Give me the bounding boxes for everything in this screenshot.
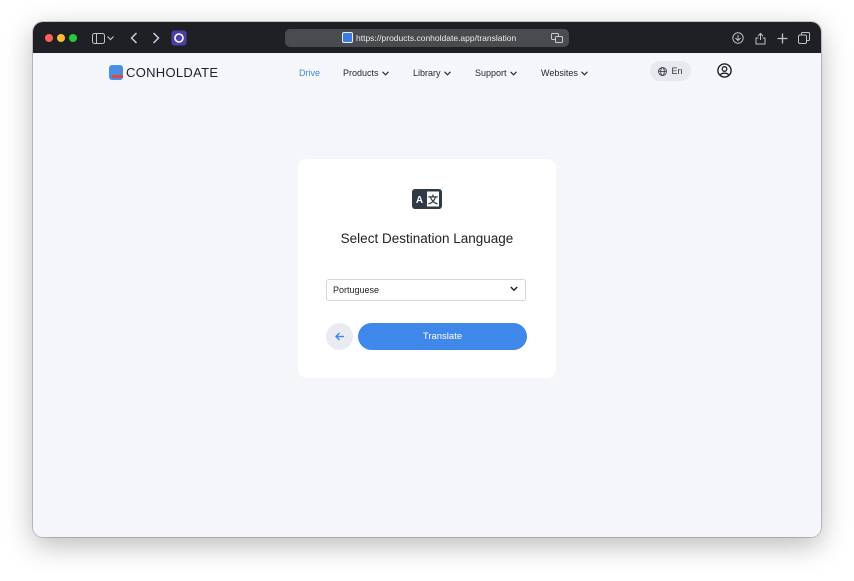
destination-language-select[interactable]: Portuguese	[326, 279, 526, 301]
nav-label: Drive	[299, 68, 321, 78]
site-favicon-icon	[342, 32, 353, 43]
chevron-down-icon	[381, 70, 389, 76]
translation-card: A 文 Select Destination Language Portugue…	[298, 159, 556, 378]
close-window-button[interactable]	[45, 34, 53, 42]
nav-label: Support	[475, 68, 507, 78]
nav-item-support[interactable]: Support	[475, 68, 517, 78]
nav-label: Websites	[541, 68, 578, 78]
nav-item-websites[interactable]: Websites	[541, 68, 588, 78]
tab-overview-icon[interactable]	[796, 30, 812, 46]
user-account-icon[interactable]	[717, 63, 732, 78]
back-button[interactable]	[326, 323, 353, 350]
chevron-down-icon	[509, 70, 517, 76]
translate-page-icon[interactable]	[551, 33, 563, 43]
zoom-window-button[interactable]	[69, 34, 77, 42]
arrow-left-icon	[334, 332, 344, 341]
chevron-down-icon	[510, 286, 518, 292]
nav-label: Products	[343, 68, 379, 78]
svg-text:文: 文	[428, 194, 439, 207]
extension-icon[interactable]	[171, 30, 187, 46]
browser-window: https://products.conholdate.app/translat…	[33, 22, 821, 537]
logo-mark-icon	[109, 65, 123, 80]
nav-item-drive[interactable]: Drive	[299, 68, 320, 78]
forward-nav-icon[interactable]	[148, 30, 164, 46]
language-label: En	[671, 66, 683, 76]
back-nav-icon[interactable]	[126, 30, 142, 46]
page-content: CONHOLDATE Drive Products Library Suppor…	[33, 53, 821, 537]
share-icon[interactable]	[752, 30, 768, 46]
selected-language: Portuguese	[333, 285, 380, 295]
translate-button[interactable]: Translate	[358, 323, 527, 350]
minimize-window-button[interactable]	[57, 34, 65, 42]
svg-text:A: A	[416, 195, 423, 206]
nav-item-products[interactable]: Products	[343, 68, 389, 78]
chevron-down-icon	[580, 70, 588, 76]
language-selector[interactable]: En	[650, 61, 691, 81]
address-bar[interactable]: https://products.conholdate.app/translat…	[285, 29, 569, 47]
url-text: https://products.conholdate.app/translat…	[356, 33, 517, 43]
conholdate-logo[interactable]: CONHOLDATE	[109, 65, 218, 80]
nav-label: Library	[413, 68, 441, 78]
globe-icon	[658, 66, 668, 76]
translate-icon: A 文	[412, 189, 442, 209]
chevron-down-icon	[443, 70, 451, 76]
card-title: Select Destination Language	[340, 231, 514, 246]
chevron-down-icon[interactable]	[105, 30, 115, 46]
new-tab-icon[interactable]	[774, 30, 790, 46]
browser-toolbar: https://products.conholdate.app/translat…	[33, 22, 821, 53]
sidebar-toggle-icon[interactable]	[90, 30, 106, 46]
download-icon[interactable]	[730, 30, 746, 46]
nav-item-library[interactable]: Library	[413, 68, 451, 78]
logo-text: CONHOLDATE	[126, 65, 219, 80]
